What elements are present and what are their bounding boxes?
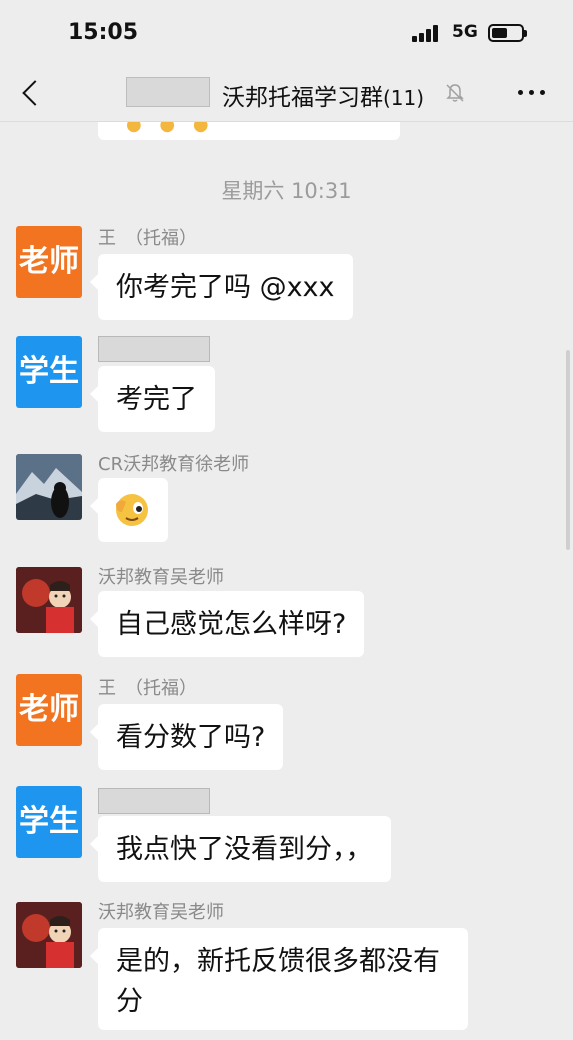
sender-name: 王 （托福） — [98, 678, 197, 699]
avatar[interactable]: 老师 — [16, 674, 82, 746]
message-bubble[interactable]: 考完了 — [90, 366, 215, 432]
status-time: 15:05 — [68, 20, 139, 45]
chat-title: 沃邦托福学习群(11) — [222, 78, 424, 112]
sender-name: 王 （托福） — [98, 228, 197, 249]
avatar[interactable] — [16, 902, 82, 968]
avatar[interactable]: 学生 — [16, 786, 82, 858]
more-options-button[interactable] — [512, 78, 552, 106]
avatar[interactable] — [16, 454, 82, 520]
back-button[interactable] — [16, 74, 48, 110]
dragon-photo-icon — [16, 902, 82, 968]
mute-bell-icon — [446, 84, 464, 102]
message-bubble[interactable]: 自己感觉怎么样呀? — [89, 591, 365, 657]
mountain-photo-icon — [16, 454, 82, 520]
message-bubble[interactable]: 你考完了吗 @xxx — [90, 254, 353, 320]
wink-emoji-icon — [116, 494, 148, 526]
group-name: 沃邦托福学习群 — [222, 85, 383, 111]
avatar[interactable] — [16, 567, 82, 633]
redacted-sender-name — [98, 336, 210, 362]
redacted-box — [126, 77, 210, 107]
redacted-sender-name — [98, 788, 210, 814]
avatar[interactable]: 老师 — [16, 226, 82, 298]
avatar[interactable]: 学生 — [16, 336, 82, 408]
chat-header: 沃邦托福学习群(11) — [0, 62, 573, 122]
message-bubble[interactable]: 看分数了吗? — [89, 704, 284, 770]
message-bubble[interactable]: 我点快了没看到分，， — [90, 816, 391, 882]
sender-name: 沃邦教育吴老师 — [98, 567, 224, 588]
scrollbar[interactable] — [566, 350, 570, 550]
chat-timestamp: 星期六 10:31 — [221, 179, 352, 203]
member-count: (11) — [383, 86, 425, 110]
battery-icon — [488, 24, 527, 42]
dragon-photo-icon — [16, 567, 82, 633]
status-bar: 15:05 5G — [0, 0, 573, 62]
signal-icon — [412, 24, 442, 42]
sender-name: 沃邦教育吴老师 — [98, 902, 224, 923]
message-bubble[interactable]: 是的，新托反馈很多都没有分 — [90, 928, 468, 1030]
sender-name: CR沃邦教育徐老师 — [98, 454, 250, 475]
message-bubble[interactable] — [90, 478, 168, 542]
network-type: 5G — [452, 22, 478, 42]
